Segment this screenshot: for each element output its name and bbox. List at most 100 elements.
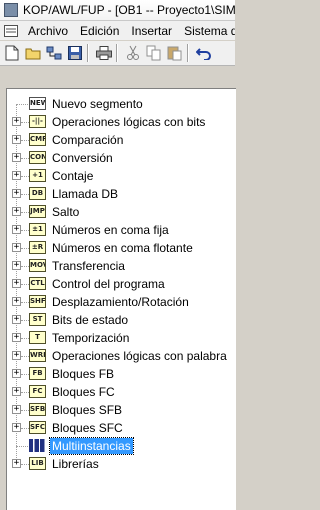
window-title: KOP/AWL/FUP - [OB1 -- Proyecto1\SIMATIC … — [23, 3, 235, 17]
expand-icon[interactable]: + — [12, 117, 21, 126]
tree-branch-line — [21, 374, 29, 375]
fc-block-icon: FC — [29, 385, 46, 398]
tree-item-timer[interactable]: + T Temporización — [7, 329, 236, 347]
menu-bar: Archivo Edición Insertar Sistema de dest… — [0, 21, 235, 40]
expand-icon[interactable]: + — [12, 405, 21, 414]
tree-item-label: Números en coma flotante — [52, 241, 193, 255]
save-icon[interactable] — [66, 44, 84, 62]
tree-item-jump[interactable]: + JMP Salto — [7, 203, 236, 221]
tree-branch-line — [21, 122, 29, 123]
tree-branch-line — [21, 140, 29, 141]
tree-item-bit-logic[interactable]: + -||- Operaciones lógicas con bits — [7, 113, 236, 131]
float-math-icon: ±R — [29, 241, 46, 254]
tree-branch-line — [21, 176, 29, 177]
tree-item-status-bits[interactable]: + ST Bits de estado — [7, 311, 236, 329]
expand-icon[interactable]: + — [12, 225, 21, 234]
tree-item-word-logic[interactable]: + WRD Operaciones lógicas con palabra — [7, 347, 236, 365]
expand-icon[interactable]: + — [12, 369, 21, 378]
shift-rotate-icon: SHF — [29, 295, 46, 308]
tree-item-label: Transferencia — [52, 259, 125, 273]
tree-branch-line — [21, 230, 29, 231]
tree-branch-line — [21, 392, 29, 393]
tree-item-float-math[interactable]: + ±R Números en coma flotante — [7, 239, 236, 257]
expand-icon[interactable]: + — [12, 315, 21, 324]
tree-item-fc-block[interactable]: + FC Bloques FC — [7, 383, 236, 401]
tree-item-move[interactable]: + MOV Transferencia — [7, 257, 236, 275]
sfb-block-icon: SFB — [29, 403, 46, 416]
tree-item-label: Conversión — [52, 151, 113, 165]
tree-item-shift-rotate[interactable]: + SHF Desplazamiento/Rotación — [7, 293, 236, 311]
tree-item-label: Salto — [52, 205, 80, 219]
tree-branch-line — [21, 410, 29, 411]
tree-item-label: Multiinstancias — [49, 437, 134, 455]
tree-item-label: Nuevo segmento — [52, 97, 143, 111]
tree-branch-line — [21, 212, 29, 213]
copy-icon[interactable] — [145, 44, 163, 62]
tree-item-sfb-block[interactable]: + SFB Bloques SFB — [7, 401, 236, 419]
sfc-block-icon: SFC — [29, 421, 46, 434]
tree-item-label: Bloques SFB — [52, 403, 123, 417]
network-icon[interactable] — [45, 44, 63, 62]
paste-icon[interactable] — [166, 44, 184, 62]
document-icon[interactable] — [3, 24, 19, 38]
tree-item-comparison[interactable]: + CMP Comparación — [7, 131, 236, 149]
tree-item-fb-block[interactable]: + FB Bloques FB — [7, 365, 236, 383]
tree-item-new-network[interactable]: NEW Nuevo segmento — [7, 95, 236, 113]
new-network-icon: NEW — [29, 97, 46, 110]
db-call-icon: DB — [29, 187, 46, 200]
tree-item-multi-instance[interactable]: MIMultiinstancias — [7, 437, 236, 455]
tree-branch-line — [21, 428, 29, 429]
tree-item-label: Desplazamiento/Rotación — [52, 295, 189, 309]
tree-branch-line — [21, 464, 29, 465]
undo-icon[interactable] — [195, 44, 213, 62]
menu-edicion[interactable]: Edición — [74, 24, 125, 38]
instruction-tree[interactable]: NEW Nuevo segmento + -||- Operaciones lógica… — [6, 88, 236, 510]
tree-item-label: Control del programa — [52, 277, 165, 291]
toolbar — [0, 41, 235, 66]
expand-icon[interactable]: + — [12, 279, 21, 288]
tree-item-conversion[interactable]: + CONV Conversión — [7, 149, 236, 167]
menu-archivo[interactable]: Archivo — [22, 24, 74, 38]
cut-icon[interactable] — [124, 44, 142, 62]
word-logic-icon: WRD — [29, 349, 46, 362]
title-bar: KOP/AWL/FUP - [OB1 -- Proyecto1\SIMATIC … — [0, 0, 235, 21]
tree-item-label: Librerías — [52, 457, 99, 471]
expand-icon[interactable]: + — [12, 135, 21, 144]
expand-icon[interactable]: + — [12, 351, 21, 360]
expand-icon[interactable]: + — [12, 153, 21, 162]
tree-item-db-call[interactable]: + DB Llamada DB — [7, 185, 236, 203]
libraries-icon: LIB — [29, 457, 46, 470]
expand-icon[interactable]: + — [12, 261, 21, 270]
expand-icon[interactable]: + — [12, 243, 21, 252]
expand-icon[interactable]: + — [12, 171, 21, 180]
tree-item-label: Operaciones lógicas con palabra — [52, 349, 227, 363]
expand-icon[interactable]: + — [12, 207, 21, 216]
tree-branch-line — [21, 248, 29, 249]
expand-icon[interactable]: + — [12, 297, 21, 306]
comparison-icon: CMP — [29, 133, 46, 146]
expand-icon[interactable]: + — [12, 387, 21, 396]
menu-sistema-destino[interactable]: Sistema de destino — [178, 24, 235, 38]
expand-icon[interactable]: + — [12, 423, 21, 432]
app-icon — [4, 3, 18, 17]
counter-icon: +1 — [29, 169, 46, 182]
tree-branch-line — [21, 356, 29, 357]
integer-math-icon: ±1 — [29, 223, 46, 236]
tree-item-integer-math[interactable]: + ±1 Números en coma fija — [7, 221, 236, 239]
tree-item-sfc-block[interactable]: + SFC Bloques SFC — [7, 419, 236, 437]
tree-item-counter[interactable]: + +1 Contaje — [7, 167, 236, 185]
expand-icon[interactable]: + — [12, 189, 21, 198]
menu-insertar[interactable]: Insertar — [125, 24, 178, 38]
expand-icon[interactable]: + — [12, 333, 21, 342]
program-control-icon: CTL — [29, 277, 46, 290]
print-icon[interactable] — [95, 44, 113, 62]
fb-block-icon: FB — [29, 367, 46, 380]
open-icon[interactable] — [24, 44, 42, 62]
conversion-icon: CONV — [29, 151, 46, 164]
tree-branch-line — [16, 104, 28, 105]
toolbar-separator — [116, 44, 118, 62]
tree-item-libraries[interactable]: + LIB Librerías — [7, 455, 236, 473]
new-icon[interactable] — [3, 44, 21, 62]
expand-icon[interactable]: + — [12, 459, 21, 468]
tree-item-program-control[interactable]: + CTL Control del programa — [7, 275, 236, 293]
